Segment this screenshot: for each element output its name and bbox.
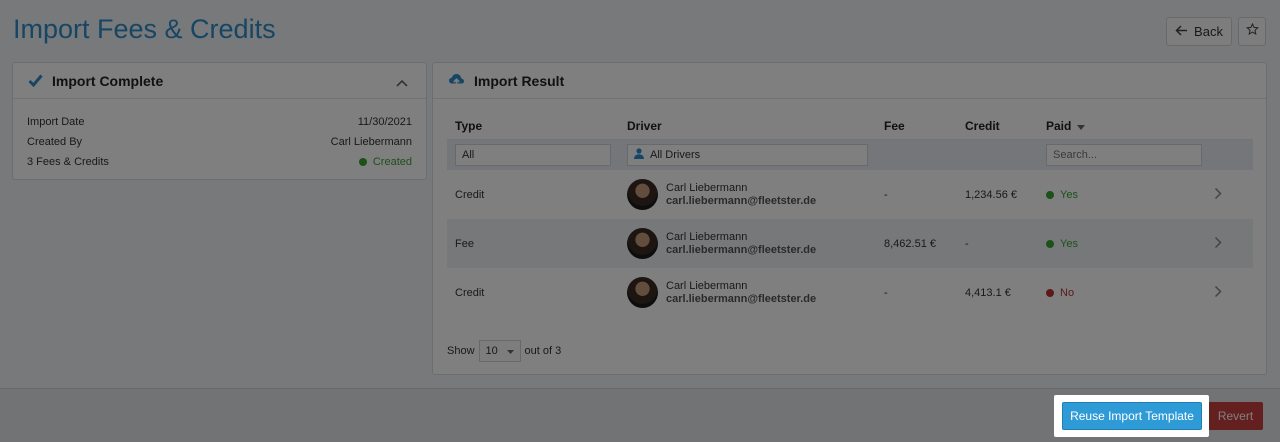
- credit-cell: 1,234.56 €: [965, 188, 1017, 201]
- status-text: Created: [372, 156, 412, 168]
- back-label: Back: [1194, 24, 1223, 39]
- paid-value: No: [1060, 286, 1075, 299]
- show-label: Show: [447, 345, 475, 357]
- sort-caret-icon: [1077, 119, 1086, 133]
- caret-down-icon: [506, 345, 514, 357]
- chevron-up-icon[interactable]: [396, 74, 408, 90]
- filter-row: All All Drivers: [447, 140, 1253, 170]
- result-header: Import Result: [433, 63, 1266, 99]
- credit-cell: -: [965, 237, 969, 250]
- result-table: Type Driver Fee Credit Paid All All Driv…: [447, 113, 1253, 317]
- paid-dot-icon: [1046, 239, 1054, 248]
- result-title: Import Result: [474, 72, 565, 89]
- import-summary-panel: Import Complete Import Date 11/30/2021 C…: [12, 62, 427, 180]
- import-result-panel: Import Result Type Driver Fee Credit Pai…: [432, 62, 1267, 375]
- avatar: [627, 277, 658, 308]
- top-actions: Back: [1166, 17, 1266, 46]
- created-by-value: Carl Liebermann: [330, 136, 412, 148]
- created-by-row: Created By Carl Liebermann: [27, 132, 412, 152]
- paid-cell: No: [1038, 287, 1214, 299]
- revert-button[interactable]: Revert: [1208, 402, 1263, 430]
- column-header-fee[interactable]: Fee: [876, 119, 957, 133]
- fees-credits-label: 3 Fees & Credits: [27, 156, 109, 168]
- avatar: [627, 179, 658, 210]
- driver-email: carl.liebermann@fleetster.de: [666, 194, 817, 207]
- user-icon: [634, 148, 644, 162]
- driver-email: carl.liebermann@fleetster.de: [666, 243, 817, 256]
- chevron-right-icon[interactable]: [1214, 236, 1253, 252]
- driver-filter-select[interactable]: All Drivers: [627, 144, 868, 166]
- chevron-right-icon[interactable]: [1214, 285, 1253, 301]
- import-date-value: 11/30/2021: [357, 116, 412, 128]
- paid-dot-icon: [1046, 288, 1054, 297]
- page-title: Import Fees & Credits: [13, 14, 276, 44]
- checkmark-icon: [28, 74, 43, 87]
- fee-cell: -: [884, 188, 888, 201]
- arrow-left-icon: [1175, 24, 1188, 39]
- reuse-import-template-button[interactable]: Reuse Import Template: [1062, 402, 1202, 430]
- paid-cell: Yes: [1038, 189, 1214, 201]
- driver-cell: Carl Liebermann carl.liebermann@fleetste…: [619, 228, 876, 259]
- type-cell: Credit: [455, 286, 485, 299]
- chevron-right-icon[interactable]: [1214, 187, 1253, 203]
- cloud-upload-icon: [448, 73, 465, 88]
- out-of-label: out of 3: [524, 345, 562, 357]
- page: Import Fees & Credits Back Import Comple…: [0, 0, 1280, 442]
- avatar: [627, 228, 658, 259]
- summary-details: Import Date 11/30/2021 Created By Carl L…: [13, 99, 426, 172]
- back-button[interactable]: Back: [1166, 17, 1232, 46]
- table-row[interactable]: Credit Carl Liebermann carl.liebermann@f…: [447, 268, 1253, 317]
- summary-header: Import Complete: [13, 63, 426, 99]
- driver-email: carl.liebermann@fleetster.de: [666, 292, 817, 305]
- table-row[interactable]: Credit Carl Liebermann carl.liebermann@f…: [447, 170, 1253, 219]
- driver-filter-value: All Drivers: [650, 149, 701, 161]
- import-date-label: Import Date: [27, 116, 85, 128]
- star-icon: [1245, 22, 1259, 41]
- driver-cell: Carl Liebermann carl.liebermann@fleetste…: [619, 277, 876, 308]
- page-size-select[interactable]: 10: [478, 340, 521, 362]
- column-header-type[interactable]: Type: [447, 119, 619, 133]
- type-cell: Credit: [455, 188, 485, 201]
- status-badge: Created: [358, 156, 412, 168]
- type-cell: Fee: [455, 237, 474, 250]
- driver-name: Carl Liebermann: [666, 230, 748, 243]
- column-header-driver[interactable]: Driver: [619, 119, 876, 133]
- status-dot-icon: [358, 158, 367, 166]
- credit-cell: 4,413.1 €: [965, 286, 1011, 299]
- column-header-paid[interactable]: Paid: [1038, 119, 1214, 133]
- summary-title: Import Complete: [52, 72, 164, 89]
- import-date-row: Import Date 11/30/2021: [27, 112, 412, 132]
- page-size-value: 10: [485, 345, 498, 357]
- created-by-label: Created By: [27, 136, 83, 148]
- paid-header-label: Paid: [1046, 119, 1072, 133]
- pagination: Show 10 out of 3: [447, 340, 561, 362]
- paid-value: Yes: [1060, 188, 1078, 201]
- driver-name: Carl Liebermann: [666, 279, 748, 292]
- fee-cell: -: [884, 286, 888, 299]
- table-row[interactable]: Fee Carl Liebermann carl.liebermann@flee…: [447, 219, 1253, 268]
- column-header-credit[interactable]: Credit: [957, 119, 1038, 133]
- paid-dot-icon: [1046, 190, 1054, 199]
- type-filter-select[interactable]: All: [455, 144, 611, 166]
- paid-value: Yes: [1060, 237, 1078, 250]
- table-header: Type Driver Fee Credit Paid: [447, 113, 1253, 140]
- driver-cell: Carl Liebermann carl.liebermann@fleetste…: [619, 179, 876, 210]
- paid-search-input[interactable]: [1046, 144, 1202, 166]
- paid-cell: Yes: [1038, 238, 1214, 250]
- fees-credits-row: 3 Fees & Credits Created: [27, 152, 412, 172]
- driver-name: Carl Liebermann: [666, 181, 748, 194]
- fee-cell: 8,462.51 €: [884, 237, 936, 250]
- favorite-button[interactable]: [1238, 17, 1266, 46]
